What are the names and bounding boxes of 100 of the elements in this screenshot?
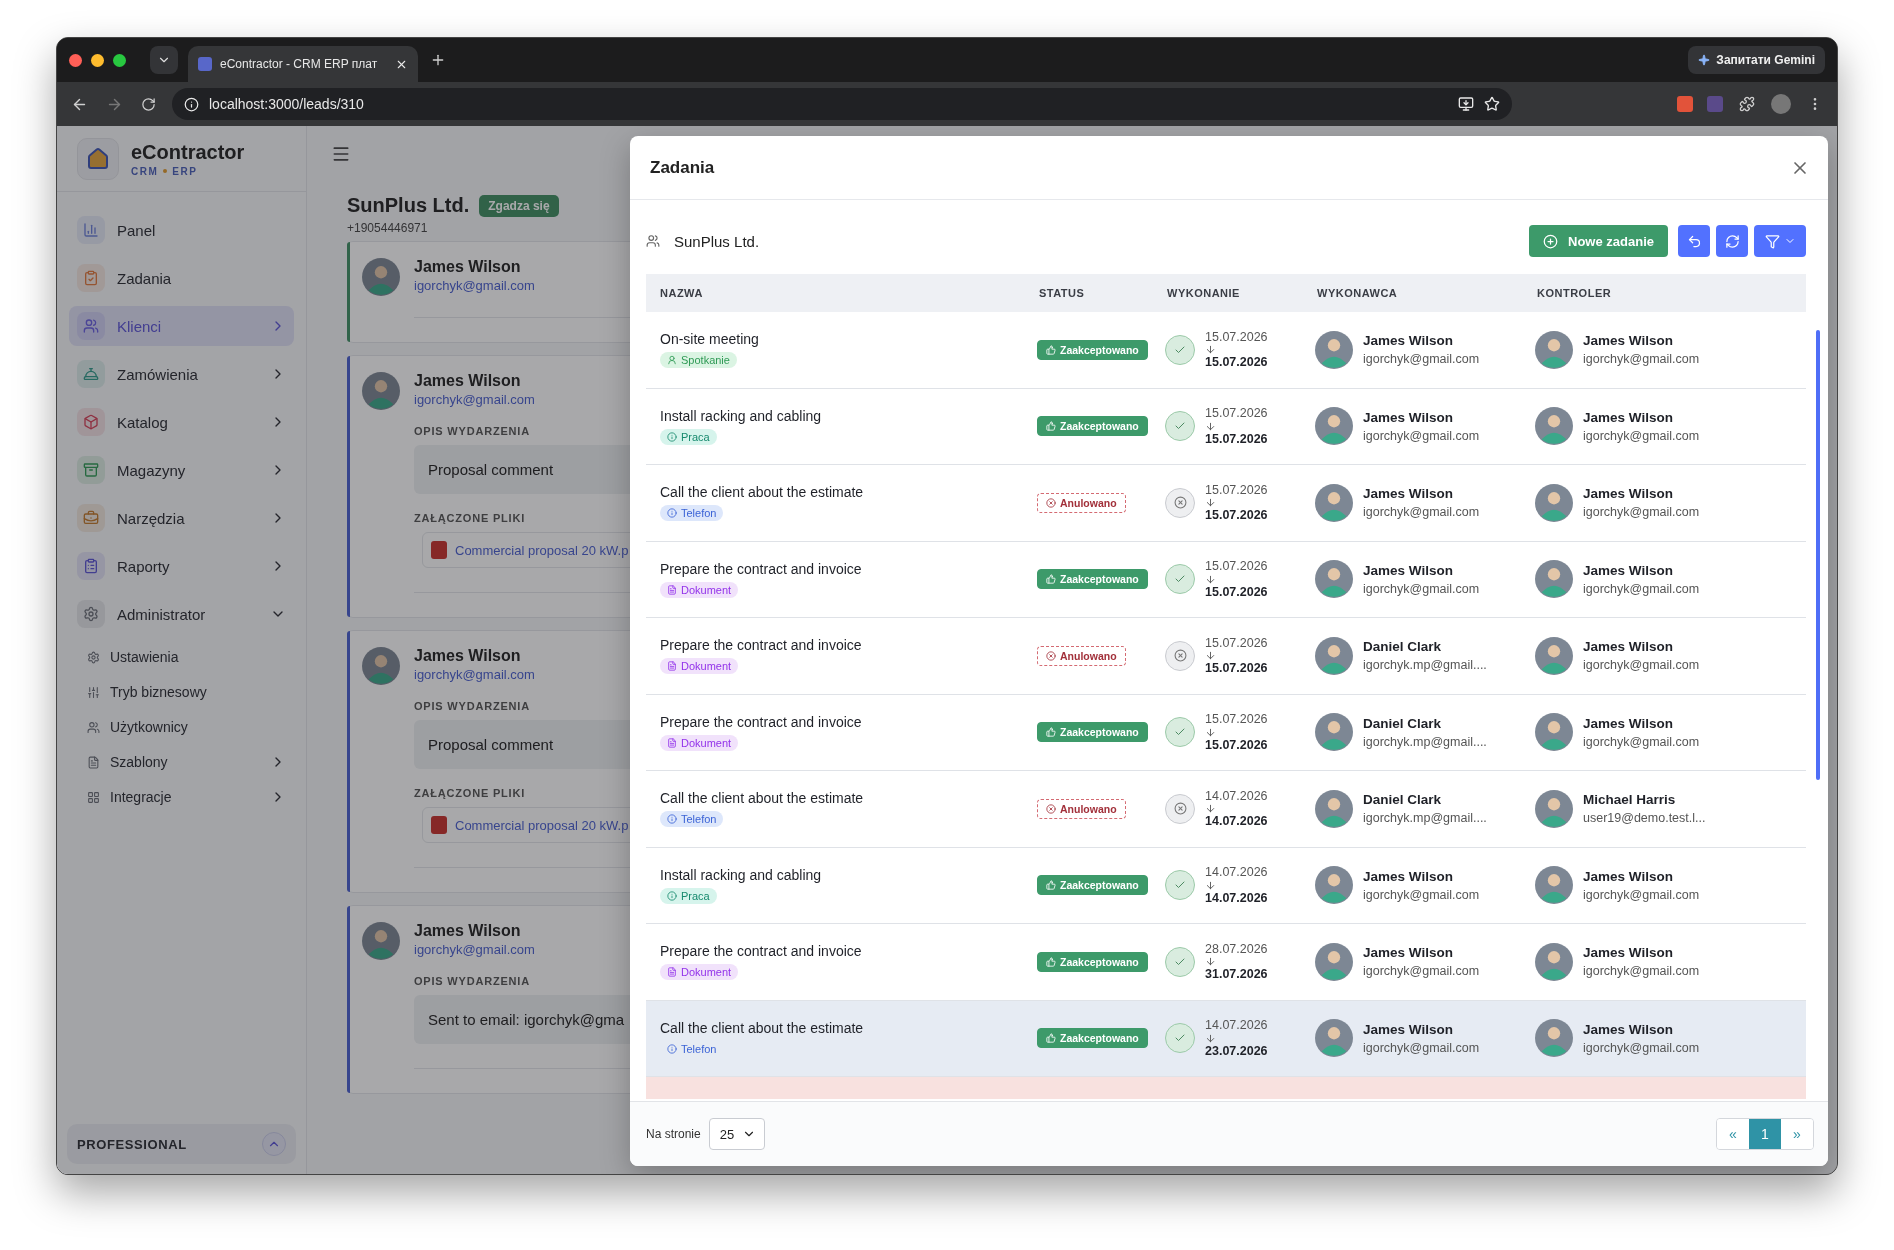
avatar [1535, 330, 1573, 369]
extensions-button[interactable] [1737, 94, 1757, 114]
brand-subtitle: ERP [172, 165, 198, 177]
file-link[interactable]: Commercial proposal 20 kW.p [455, 542, 629, 558]
person-email: igorchyk@gmail.com [1363, 1040, 1480, 1055]
previous-page-button[interactable]: « [1717, 1119, 1749, 1149]
assistant-button[interactable]: Запитати Gemini [1688, 46, 1825, 74]
file-link[interactable]: Commercial proposal 20 kW.p [455, 817, 629, 833]
table-row[interactable]: Call the client about the estimate Telefon Zaakceptowano 14.07.2026 23.07.2026 James Wilson igorchyk@gmail.com James Wilson igorchyk@gmail.com [646, 1000, 1806, 1077]
email-link[interactable]: igorchyk@gmail.com [414, 278, 535, 293]
nav-item[interactable]: Zamówienia [69, 354, 294, 394]
section-label: ZAŁĄCZONE PLIKI [414, 787, 525, 799]
task-type-tag: Telefon [660, 811, 724, 828]
person-name: James Wilson [1583, 639, 1673, 655]
start-date: 28.07.2026 [1205, 941, 1268, 957]
per-page-select[interactable]: 25 [708, 1118, 765, 1150]
undo-icon [1686, 233, 1702, 249]
sliders-icon [87, 685, 100, 699]
nav-subitem[interactable]: Użytkownicy [87, 714, 294, 740]
thumbs-up-icon [1046, 1033, 1056, 1044]
email-link[interactable]: igorchyk@gmail.com [414, 942, 535, 957]
undo-button[interactable] [1678, 225, 1710, 257]
sparkle-icon [1698, 54, 1711, 66]
end-date: 15.07.2026 [1205, 355, 1268, 370]
person-email: igorchyk@gmail.com [1583, 428, 1700, 443]
end-date: 15.07.2026 [1205, 661, 1268, 676]
email-link[interactable]: igorchyk@gmail.com [414, 667, 535, 682]
minimize-window-button[interactable] [91, 53, 104, 67]
page-button[interactable]: 1 [1749, 1119, 1781, 1149]
tab-title: eContractor - CRM ERP плат [220, 57, 379, 71]
nav-subitem[interactable]: Integracje [87, 784, 294, 810]
person-email: igorchyk@gmail.com [1363, 428, 1480, 443]
end-date: 15.07.2026 [1205, 584, 1268, 600]
nav-subitem[interactable]: Szablony [87, 749, 294, 775]
nav-item[interactable]: Katalog [69, 402, 294, 442]
task-type-tag: Dokument [660, 734, 739, 751]
nav-item[interactable]: Magazyny [69, 450, 294, 490]
avatar [1315, 483, 1353, 522]
person-name: James Wilson [1363, 409, 1453, 425]
install-icon[interactable] [1458, 96, 1474, 112]
filter-button[interactable] [1754, 225, 1806, 257]
task-title: Prepare the contract and invoice [660, 637, 862, 654]
person-name: Michael Harris [1583, 792, 1676, 808]
next-page-button[interactable]: » [1781, 1119, 1813, 1149]
info-icon [667, 508, 677, 519]
person-email: igorchyk@gmail.com [1363, 581, 1480, 596]
document-icon [667, 737, 677, 748]
settings-icon [87, 650, 100, 664]
person-name: Daniel Clark [1363, 639, 1442, 655]
document-icon [667, 967, 677, 978]
nav-item[interactable]: Administrator [69, 594, 294, 634]
section-label: OPIS WYDARZENIA [414, 425, 530, 437]
cancel-icon [1046, 650, 1056, 661]
pdf-icon [431, 541, 447, 559]
maximize-window-button[interactable] [113, 53, 126, 67]
address-field[interactable]: localhost:3000/leads/310 [172, 88, 1512, 120]
end-date: 15.07.2026 [1205, 508, 1268, 523]
menu-icon[interactable] [331, 144, 351, 164]
tab-list-button[interactable] [150, 46, 178, 74]
person-email: igorchyk@gmail.com [1583, 964, 1700, 979]
bookmark-star-icon[interactable] [1484, 96, 1500, 112]
avatar [1535, 942, 1573, 981]
new-task-button[interactable]: Nowe zadanie [1529, 225, 1668, 257]
task-title: Call the client about the estimate [660, 790, 864, 807]
nav-item[interactable]: Narzędzia [69, 498, 294, 538]
person-email: igorchyk@gmail.com [1583, 734, 1700, 749]
avatar [1535, 483, 1573, 522]
avatar [362, 922, 400, 960]
person-name: James Wilson [1583, 1021, 1673, 1037]
info-icon [667, 814, 677, 825]
task-type-tag: Dokument [660, 581, 739, 598]
nav-item[interactable]: Panel [69, 210, 294, 250]
person-email: igorchyk@gmail.com [1363, 964, 1480, 979]
close-window-button[interactable] [69, 53, 82, 67]
start-date: 14.07.2026 [1205, 1018, 1268, 1033]
arrow-down-icon [1205, 420, 1216, 432]
end-date: 14.07.2026 [1205, 814, 1268, 829]
task-type-tag: Praca [660, 428, 717, 445]
email-link[interactable]: igorchyk@gmail.com [414, 392, 535, 407]
arrow-down-icon [1205, 956, 1216, 968]
status-badge: Anulowano [1037, 492, 1126, 513]
status-badge: Zaakceptowano [1037, 416, 1148, 437]
profile-avatar[interactable] [1771, 94, 1791, 114]
arrow-down-icon [1205, 573, 1216, 585]
avatar [1315, 636, 1353, 675]
status-badge: Zaakceptowano [1037, 339, 1148, 360]
nav-item[interactable]: Raporty [69, 546, 294, 586]
info-icon [667, 890, 677, 901]
nav-item[interactable]: Zadania [69, 258, 294, 298]
arrow-down-icon [1205, 803, 1216, 815]
start-date: 15.07.2026 [1205, 559, 1268, 574]
task-title: Call the client about the estimate [660, 1019, 864, 1036]
refresh-button[interactable] [1716, 225, 1748, 257]
person-email: igorchyk.mp@gmail.... [1363, 811, 1487, 826]
browser-tab[interactable]: eContractor - CRM ERP плат [188, 46, 418, 82]
avatar [1315, 407, 1353, 446]
nav-subitem[interactable]: Ustawienia [87, 644, 294, 670]
avatar [1535, 560, 1573, 599]
cancel-icon [1046, 803, 1056, 814]
nav-subitem[interactable]: Tryb biznesowy [87, 679, 294, 705]
